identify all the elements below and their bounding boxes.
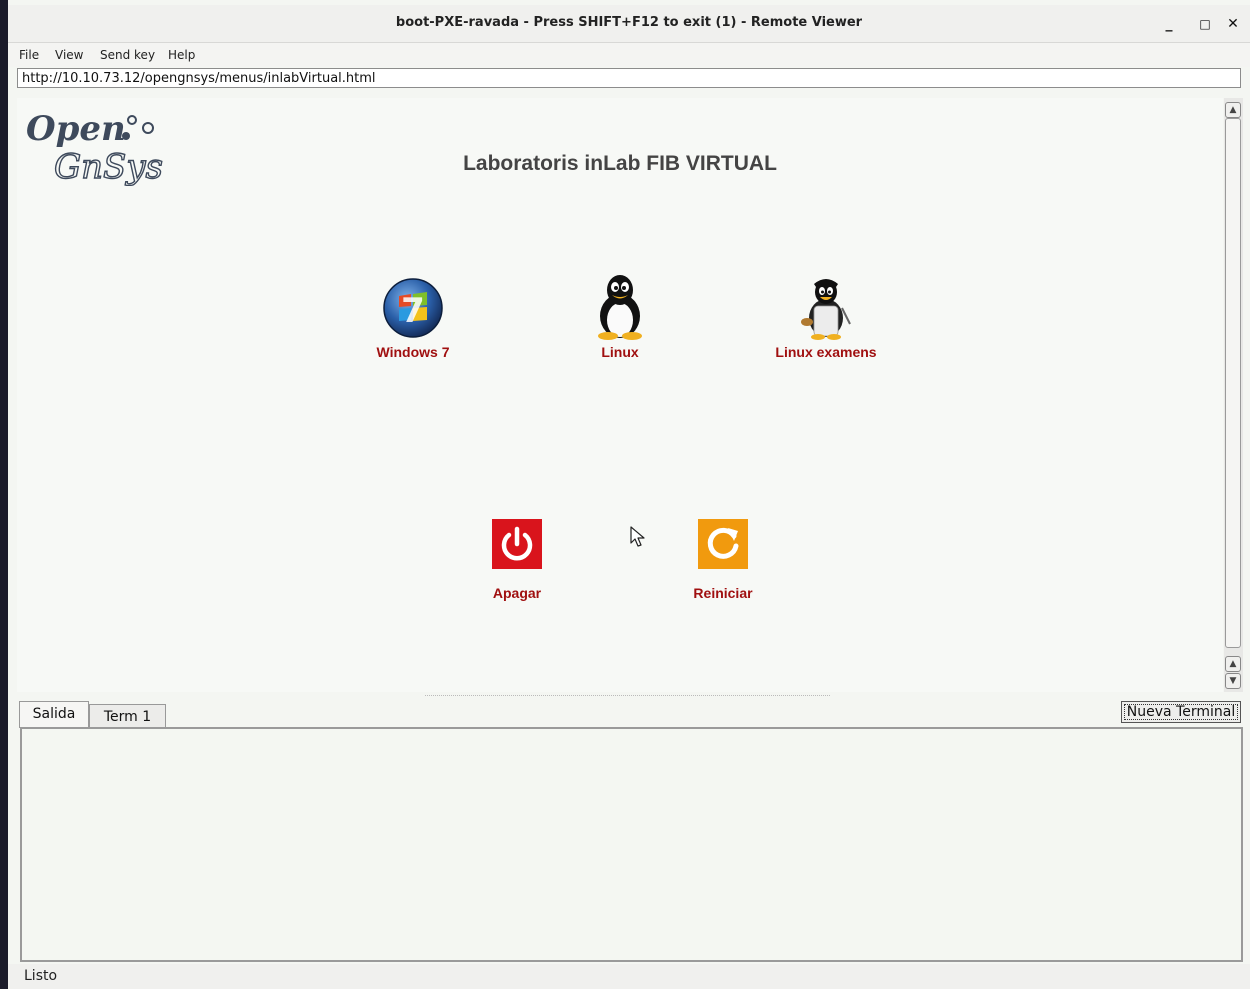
mouse-cursor-icon — [629, 525, 651, 549]
scrollbar-thumb[interactable] — [1225, 118, 1241, 648]
menu-view[interactable]: View — [55, 48, 83, 62]
logo-text-open: Open — [26, 109, 126, 149]
tux-icon[interactable] — [588, 272, 652, 340]
url-field[interactable]: http://10.10.73.12/opengnsys/menus/inlab… — [17, 68, 1241, 88]
minimize-button[interactable]: _ — [1158, 13, 1180, 35]
boot-option-label[interactable]: Linux — [540, 344, 700, 360]
svg-text:7: 7 — [401, 291, 425, 331]
windows7-icon[interactable]: 7 — [381, 276, 445, 340]
scroll-down-icon[interactable]: ▼ — [1225, 673, 1241, 689]
window-title: boot-PXE-ravada - Press SHIFT+F12 to exi… — [395, 15, 863, 30]
content-scrollbar[interactable]: ▲ ▲ ▼ — [1224, 98, 1243, 692]
tab-term-1[interactable]: Term 1 — [89, 704, 166, 728]
boot-option-windows7[interactable]: 7 Windows 7 — [333, 276, 493, 360]
boot-option-label[interactable]: Linux examens — [746, 344, 906, 360]
window-titlebar: boot-PXE-ravada - Press SHIFT+F12 to exi… — [8, 5, 1250, 43]
restart-icon[interactable] — [698, 519, 748, 569]
pane-splitter[interactable] — [425, 695, 830, 698]
status-text: Listo — [24, 968, 58, 984]
menu-file[interactable]: File — [19, 48, 39, 62]
tux-exam-icon[interactable] — [794, 276, 858, 340]
menubar: File View Send key Help — [8, 43, 1250, 67]
power-icon[interactable] — [492, 519, 542, 569]
restart-option[interactable]: Reiniciar — [643, 519, 803, 601]
opengnsys-logo: Open GnSys — [26, 106, 176, 188]
browser-content — [17, 98, 1223, 692]
shutdown-label[interactable]: Apagar — [437, 585, 597, 601]
output-panel[interactable] — [20, 727, 1243, 962]
maximize-button[interactable]: □ — [1194, 13, 1216, 35]
logo-text-gnsys: GnSys — [54, 147, 163, 186]
scroll-up-icon[interactable]: ▲ — [1225, 102, 1241, 118]
restart-label[interactable]: Reiniciar — [643, 585, 803, 601]
boot-option-linux-examens[interactable]: Linux examens — [746, 276, 906, 360]
new-terminal-button[interactable]: Nueva Terminal — [1121, 701, 1241, 723]
status-bar: Listo — [8, 964, 1250, 989]
close-button[interactable]: ✕ — [1222, 13, 1244, 35]
boot-option-linux[interactable]: Linux — [540, 272, 700, 360]
boot-option-label[interactable]: Windows 7 — [333, 344, 493, 360]
desktop-edge — [0, 0, 8, 989]
scroll-page-up-icon[interactable]: ▲ — [1225, 656, 1241, 672]
shutdown-option[interactable]: Apagar — [437, 519, 597, 601]
page-title: Laboratoris inLab FIB VIRTUAL — [463, 152, 777, 175]
menu-help[interactable]: Help — [168, 48, 195, 62]
menu-send-key[interactable]: Send key — [100, 48, 155, 62]
tab-salida[interactable]: Salida — [19, 701, 89, 728]
